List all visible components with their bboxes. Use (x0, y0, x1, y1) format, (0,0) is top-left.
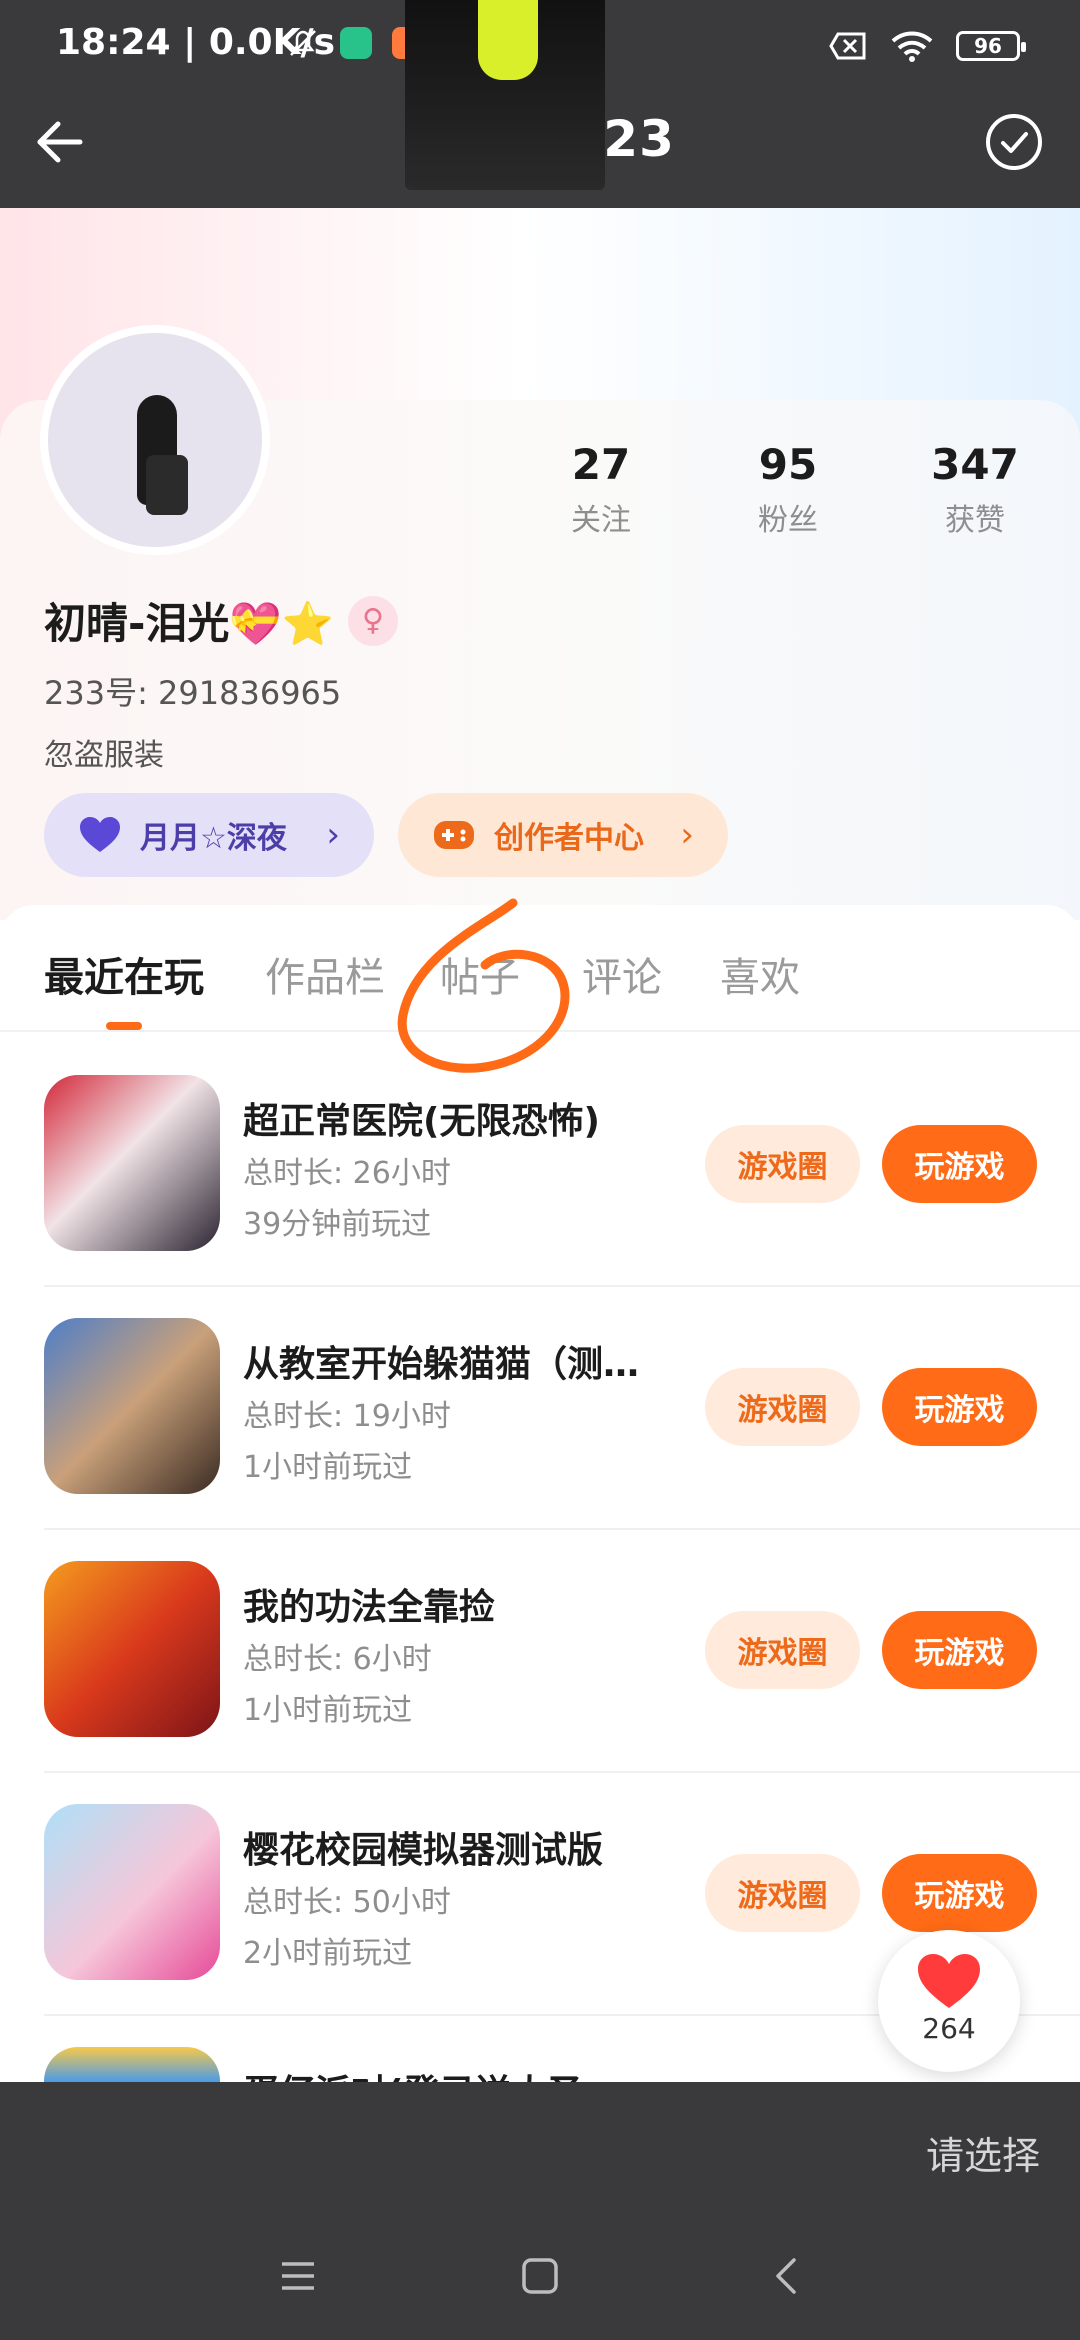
menu-icon[interactable] (278, 2256, 318, 2296)
stat-followers[interactable]: 95 粉丝 (713, 440, 863, 539)
stat-label: 粉丝 (758, 503, 818, 538)
heart-icon (918, 1954, 980, 2008)
game-thumbnail[interactable] (44, 1561, 220, 1737)
username: 初晴-泪光💝⭐ (44, 599, 335, 648)
tab-works[interactable]: 作品栏 (265, 945, 385, 1003)
game-last-played: 1小时前玩过 (243, 1693, 413, 1728)
check-circle-icon[interactable] (986, 114, 1042, 170)
stat-value: 347 (931, 440, 1019, 489)
stat-value: 27 (571, 440, 631, 489)
active-tab-indicator (106, 1022, 142, 1030)
guild-label: 月月☆深夜 (140, 821, 287, 856)
battery-icon: 96 (956, 31, 1026, 61)
game-title: 我的功法全靠捡 (243, 1587, 496, 1628)
row-divider (44, 1771, 1080, 1773)
tab-comments[interactable]: 评论 (582, 945, 662, 1003)
status-system-icons: 96 (828, 26, 1026, 66)
like-count: 264 (922, 2012, 976, 2045)
play-game-button[interactable]: 玩游戏 (882, 1368, 1037, 1446)
game-title: 樱花校园模拟器测试版 (243, 1830, 604, 1871)
bottom-action-bar (0, 2082, 1080, 2340)
creator-center-button[interactable]: 创作者中心 › (398, 793, 728, 877)
chevron-right-icon: › (680, 815, 694, 855)
game-title: 超正常医院(无限恐怖) (243, 1101, 600, 1142)
stat-likes[interactable]: 347 获赞 (900, 440, 1050, 539)
game-circle-button[interactable]: 游戏圈 (705, 1125, 860, 1203)
female-icon: ♀ (348, 595, 399, 646)
shield-app-icon (340, 27, 372, 59)
user-id: 233号: 291836965 (44, 674, 342, 712)
status-notification-icons (286, 26, 424, 60)
sim-off-icon (829, 32, 866, 60)
user-bio: 忽盗服装 (44, 738, 164, 773)
tab-recently-played[interactable]: 最近在玩 (44, 945, 204, 1003)
game-thumbnail[interactable] (44, 1075, 220, 1251)
creator-center-label: 创作者中心 (494, 821, 644, 856)
username-row: 初晴-泪光💝⭐ ♀ (44, 590, 399, 651)
game-last-played: 1小时前玩过 (243, 1450, 413, 1485)
game-title: 蛋仔派对(登录送大圣 (243, 2064, 683, 2082)
chevron-right-icon: › (326, 815, 340, 855)
banner-shirt-graphic (478, 0, 538, 80)
stat-following[interactable]: 27 关注 (526, 440, 676, 539)
select-button[interactable]: 请选择 (926, 2125, 1040, 2180)
play-game-button[interactable]: 玩游戏 (882, 1611, 1037, 1689)
gamepad-icon (434, 821, 474, 849)
status-time-text: 18:24 (56, 22, 171, 63)
row-divider (44, 1285, 1080, 1287)
stat-label: 关注 (571, 503, 631, 538)
game-thumbnail[interactable] (44, 1318, 220, 1494)
game-thumbnail[interactable] (44, 1804, 220, 1980)
like-button[interactable]: 264 (878, 1930, 1020, 2072)
play-game-button[interactable]: 玩游戏 (882, 1125, 1037, 1203)
game-circle-button[interactable]: 游戏圈 (705, 1368, 860, 1446)
home-icon[interactable] (520, 2256, 560, 2296)
heart-badge-icon (80, 817, 120, 852)
avatar-figure-body (146, 455, 188, 515)
stat-value: 95 (758, 440, 818, 489)
row-divider (44, 1528, 1080, 1530)
game-title: 从教室开始躲猫猫（测… (243, 1344, 640, 1385)
mute-bell-icon (290, 30, 316, 56)
game-thumbnail[interactable] (44, 2047, 220, 2082)
game-duration: 总时长: 6小时 (243, 1642, 432, 1677)
tab-likes[interactable]: 喜欢 (720, 945, 800, 1003)
battery-level: 96 (974, 34, 1002, 58)
back-icon[interactable] (768, 2256, 808, 2296)
game-circle-button[interactable]: 游戏圈 (705, 1611, 860, 1689)
stat-label: 获赞 (945, 503, 1005, 538)
game-circle-button[interactable]: 游戏圈 (705, 1854, 860, 1932)
game-last-played: 2小时前玩过 (243, 1936, 413, 1971)
guild-button[interactable]: 月月☆深夜 › (44, 793, 374, 877)
game-last-played: 39分钟前玩过 (243, 1207, 432, 1242)
wifi-icon (891, 31, 933, 62)
game-duration: 总时长: 50小时 (243, 1885, 451, 1920)
game-duration: 总时长: 26小时 (243, 1156, 451, 1191)
play-game-button[interactable]: 玩游戏 (882, 1854, 1037, 1932)
game-duration: 总时长: 19小时 (243, 1399, 451, 1434)
